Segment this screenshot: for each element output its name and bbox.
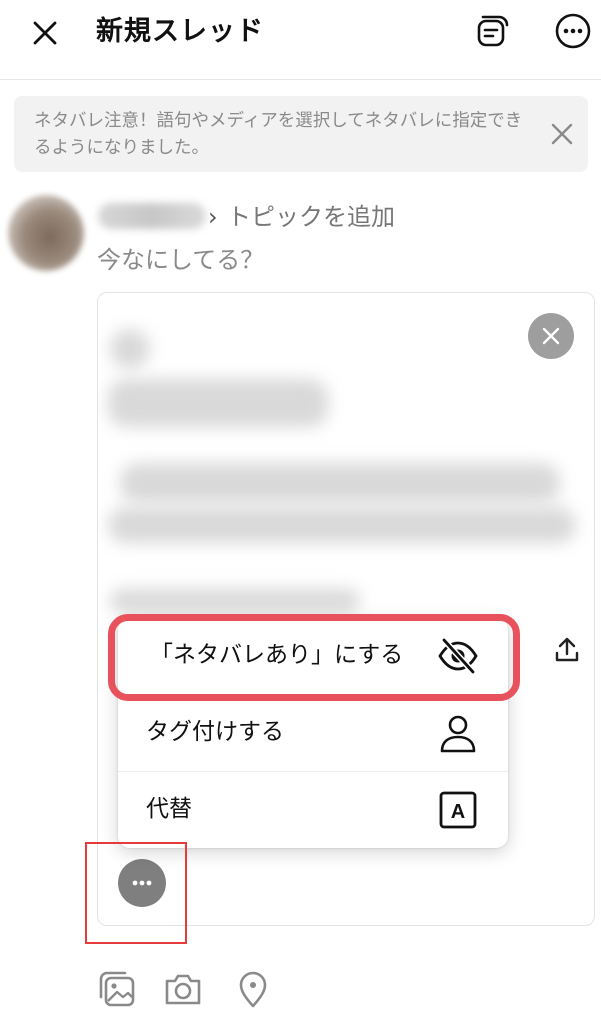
alt-text-letter: A (451, 801, 465, 823)
spoiler-highlight-box (108, 614, 520, 701)
thread-text-input[interactable]: 今なにしてる？ (97, 244, 264, 276)
add-topic-link[interactable]: トピックを追加 (227, 202, 395, 232)
more-icon (555, 13, 591, 49)
more-button[interactable] (552, 10, 594, 52)
banner-dismiss-button[interactable] (546, 118, 578, 150)
gallery-button[interactable] (94, 966, 140, 1012)
username-redacted (98, 203, 206, 229)
menu-item-label: 代替 (146, 796, 192, 822)
gallery-icon (99, 971, 135, 1007)
banner-text: ネタバレ注意！語句やメディアを選択してネタバレに指定できるようになりました。 (34, 111, 523, 158)
camera-icon (165, 974, 201, 1005)
page-title: 新規スレッド (96, 16, 264, 47)
remove-attachment-button[interactable] (528, 313, 574, 359)
tag-people-item[interactable]: タグ付けする (118, 694, 508, 770)
options-highlight-box (85, 842, 187, 944)
share-button[interactable] (552, 633, 582, 667)
redacted-content (108, 379, 328, 427)
redacted-content (110, 589, 360, 613)
redacted-content (110, 329, 150, 369)
spoiler-announcement-banner: ネタバレ注意！語句やメディアを選択してネタバレに指定できるようになりました。 (14, 96, 588, 172)
top-bar: 新規スレッド (0, 0, 601, 80)
topic-chevron: › (208, 203, 218, 231)
location-icon (239, 971, 267, 1008)
close-button[interactable] (28, 16, 62, 50)
redacted-content (108, 507, 576, 543)
camera-button[interactable] (160, 966, 206, 1012)
drafts-icon (477, 15, 509, 47)
close-icon (551, 123, 573, 145)
person-icon (436, 711, 480, 755)
close-icon (33, 21, 57, 45)
alt-text-icon: A (436, 788, 480, 832)
close-icon (542, 327, 560, 345)
alt-text-item[interactable]: 代替 A (118, 771, 508, 847)
location-button[interactable] (230, 966, 276, 1012)
drafts-button[interactable] (470, 10, 512, 52)
avatar (8, 195, 84, 271)
share-icon (555, 637, 579, 662)
menu-item-label: タグ付けする (146, 719, 284, 745)
redacted-content (120, 463, 560, 503)
